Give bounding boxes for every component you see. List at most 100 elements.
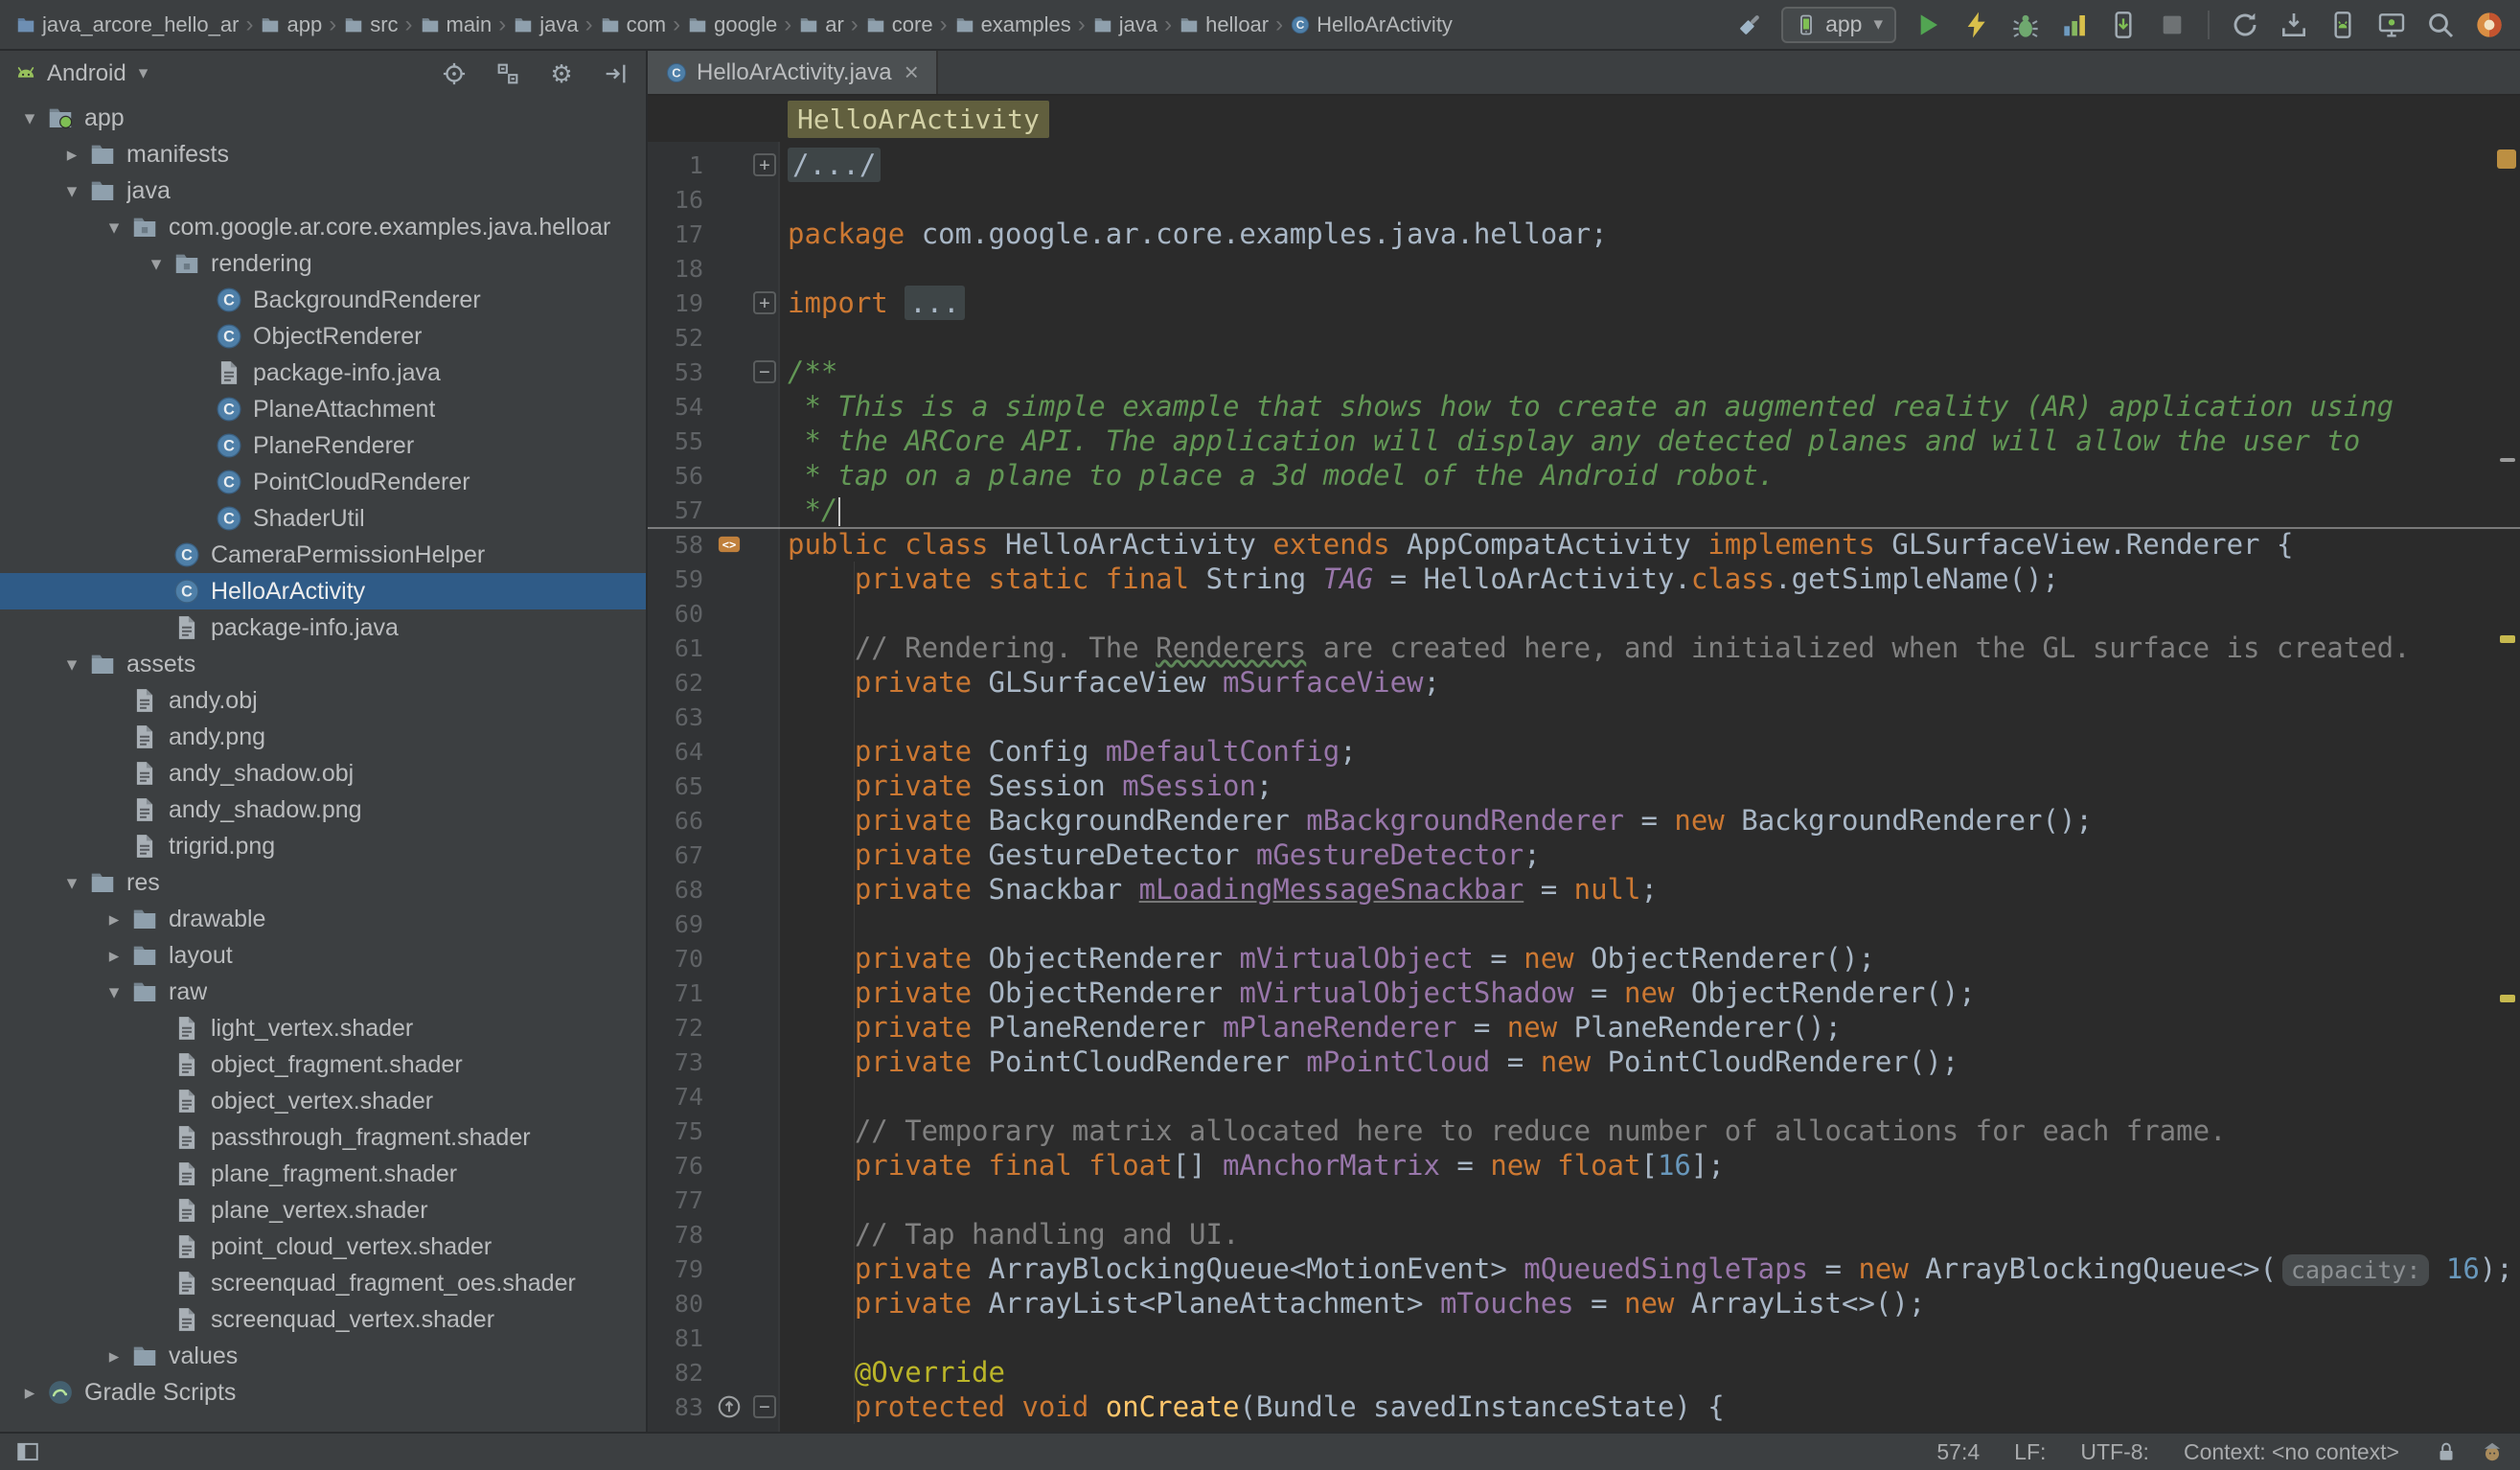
fold-collapse-icon[interactable]: − (753, 1395, 776, 1418)
breadcrumb-item-examples[interactable]: examples (952, 12, 1073, 37)
hide-panel-button[interactable] (598, 57, 632, 91)
code-line-65[interactable]: 65 private Session mSession; (648, 769, 2520, 803)
tree-item-CameraPermissionHelper[interactable]: CCameraPermissionHelper (0, 537, 646, 573)
sdk-manager-button[interactable] (2277, 8, 2311, 42)
code-line-58[interactable]: 58<>public class HelloArActivity extends… (648, 527, 2520, 562)
tree-item-plane_vertex.shader[interactable]: plane_vertex.shader (0, 1192, 646, 1229)
tree-item-package-info.java[interactable]: package-info.java (0, 355, 646, 391)
tree-item-HelloArActivity[interactable]: CHelloArActivity (0, 573, 646, 609)
code-line-54[interactable]: 54 * This is a simple example that shows… (648, 389, 2520, 424)
tree-item-PlaneAttachment[interactable]: CPlaneAttachment (0, 391, 646, 427)
code-line-52[interactable]: 52 (648, 320, 2520, 355)
project-view-selector[interactable]: Android ▾ (13, 60, 148, 87)
tree-item-BackgroundRenderer[interactable]: CBackgroundRenderer (0, 282, 646, 318)
tree-item-ObjectRenderer[interactable]: CObjectRenderer (0, 318, 646, 355)
code-line-81[interactable]: 81 (648, 1321, 2520, 1355)
code-line-57[interactable]: 57 */ (648, 493, 2520, 527)
tree-expanded-arrow-icon[interactable]: ▾ (56, 871, 88, 895)
code-line-73[interactable]: 73 private PointCloudRenderer mPointClou… (648, 1045, 2520, 1079)
code-line-76[interactable]: 76 private final float[] mAnchorMatrix =… (648, 1148, 2520, 1183)
code-line-16[interactable]: 16 (648, 182, 2520, 217)
tree-item-assets[interactable]: ▾assets (0, 646, 646, 682)
fold-expand-icon[interactable]: + (753, 153, 776, 176)
tree-item-Gradle Scripts[interactable]: ▸Gradle Scripts (0, 1374, 646, 1411)
breadcrumb-item-helloar[interactable]: helloar (1177, 12, 1271, 37)
profiler-button[interactable] (2057, 8, 2092, 42)
code-line-61[interactable]: 61 // Rendering. The Renderers are creat… (648, 631, 2520, 665)
code-line-74[interactable]: 74 (648, 1079, 2520, 1114)
tree-item-app[interactable]: ▾app (0, 100, 646, 136)
breadcrumb-item-ar[interactable]: ar (796, 12, 846, 37)
code-line-78[interactable]: 78 // Tap handling and UI. (648, 1217, 2520, 1252)
code-line-64[interactable]: 64 private Config mDefaultConfig; (648, 734, 2520, 769)
tree-expanded-arrow-icon[interactable]: ▾ (13, 106, 46, 130)
caret-position[interactable]: 57:4 (1936, 1439, 1980, 1465)
fold-collapse-icon[interactable]: − (753, 360, 776, 383)
lock-button[interactable] (2434, 1439, 2459, 1464)
breadcrumb-item-HelloArActivity[interactable]: CHelloArActivity (1288, 12, 1455, 37)
tree-collapsed-arrow-icon[interactable]: ▸ (98, 907, 130, 931)
code-area[interactable]: 1+/.../1617package com.google.ar.core.ex… (648, 142, 2520, 1432)
tree-item-values[interactable]: ▸values (0, 1338, 646, 1374)
code-line-1[interactable]: 1+/.../ (648, 148, 2520, 182)
gutter-override-marker[interactable] (709, 1393, 749, 1420)
tree-item-PlaneRenderer[interactable]: CPlaneRenderer (0, 427, 646, 464)
tree-item-ShaderUtil[interactable]: CShaderUtil (0, 500, 646, 537)
tree-item-package-info.java[interactable]: package-info.java (0, 609, 646, 646)
code-line-66[interactable]: 66 private BackgroundRenderer mBackgroun… (648, 803, 2520, 838)
run-button[interactable] (1911, 8, 1945, 42)
stripe-mark[interactable] (2500, 458, 2515, 462)
tree-item-screenquad_fragment_oes.shader[interactable]: screenquad_fragment_oes.shader (0, 1265, 646, 1301)
toolwindow-toggle-button[interactable] (15, 1439, 40, 1464)
file-encoding-indicator[interactable]: UTF-8: (2080, 1439, 2149, 1465)
debug-button[interactable] (2008, 8, 2043, 42)
line-separator-indicator[interactable]: LF: (2014, 1439, 2046, 1465)
stripe-mark[interactable] (2500, 635, 2515, 643)
code-line-71[interactable]: 71 private ObjectRenderer mVirtualObject… (648, 976, 2520, 1010)
tree-item-plane_fragment.shader[interactable]: plane_fragment.shader (0, 1156, 646, 1192)
tree-item-raw[interactable]: ▾raw (0, 974, 646, 1010)
code-line-80[interactable]: 80 private ArrayList<PlaneAttachment> mT… (648, 1286, 2520, 1321)
code-line-56[interactable]: 56 * tap on a plane to place a 3d model … (648, 458, 2520, 493)
tree-expanded-arrow-icon[interactable]: ▾ (98, 216, 130, 240)
tree-item-andy_shadow.obj[interactable]: andy_shadow.obj (0, 755, 646, 792)
tree-collapsed-arrow-icon[interactable]: ▸ (56, 143, 88, 167)
build-hammer-button[interactable] (1732, 8, 1767, 42)
code-line-83[interactable]: 83− protected void onCreate(Bundle saved… (648, 1390, 2520, 1424)
code-line-69[interactable]: 69 (648, 907, 2520, 941)
code-line-62[interactable]: 62 private GLSurfaceView mSurfaceView; (648, 665, 2520, 700)
tree-item-object_fragment.shader[interactable]: object_fragment.shader (0, 1046, 646, 1083)
avd-manager-button[interactable] (2325, 8, 2360, 42)
code-line-77[interactable]: 77 (648, 1183, 2520, 1217)
tree-item-andy.png[interactable]: andy.png (0, 719, 646, 755)
tree-item-rendering[interactable]: ▾rendering (0, 245, 646, 282)
breadcrumb-item-java_arcore_hello_ar[interactable]: java_arcore_hello_ar (13, 12, 241, 37)
code-line-59[interactable]: 59 private static final String TAG = Hel… (648, 562, 2520, 596)
tree-item-passthrough_fragment.shader[interactable]: passthrough_fragment.shader (0, 1119, 646, 1156)
tree-expanded-arrow-icon[interactable]: ▾ (140, 252, 172, 276)
code-line-68[interactable]: 68 private Snackbar mLoadingMessageSnack… (648, 872, 2520, 907)
tree-collapsed-arrow-icon[interactable]: ▸ (98, 944, 130, 968)
stop-button[interactable] (2155, 8, 2189, 42)
hector-button[interactable] (2480, 1439, 2505, 1464)
tree-item-light_vertex.shader[interactable]: light_vertex.shader (0, 1010, 646, 1046)
code-line-67[interactable]: 67 private GestureDetector mGestureDetec… (648, 838, 2520, 872)
inspection-status-badge[interactable] (2497, 149, 2516, 169)
search-button[interactable] (2423, 8, 2458, 42)
fold-marker[interactable]: − (749, 360, 780, 383)
error-stripe[interactable] (2495, 142, 2520, 1432)
fold-expand-icon[interactable]: + (753, 291, 776, 314)
code-line-17[interactable]: 17package com.google.ar.core.examples.ja… (648, 217, 2520, 251)
code-line-19[interactable]: 19+import ... (648, 286, 2520, 320)
context-indicator[interactable]: Context: <no context> (2184, 1439, 2399, 1465)
apply-changes-button[interactable] (1959, 8, 1994, 42)
fold-marker[interactable]: + (749, 153, 780, 176)
breadcrumb-item-main[interactable]: main (418, 12, 494, 37)
tree-item-res[interactable]: ▾res (0, 864, 646, 901)
breadcrumb-item-app[interactable]: app (258, 12, 324, 37)
collapse-all-button[interactable] (491, 57, 525, 91)
tree-collapsed-arrow-icon[interactable]: ▸ (98, 1344, 130, 1368)
tab-helloaractivity-java[interactable]: C HelloArActivity.java× (648, 51, 938, 94)
breadcrumb-item-src[interactable]: src (341, 12, 400, 37)
gutter-go-to-related[interactable]: <> (709, 531, 749, 558)
